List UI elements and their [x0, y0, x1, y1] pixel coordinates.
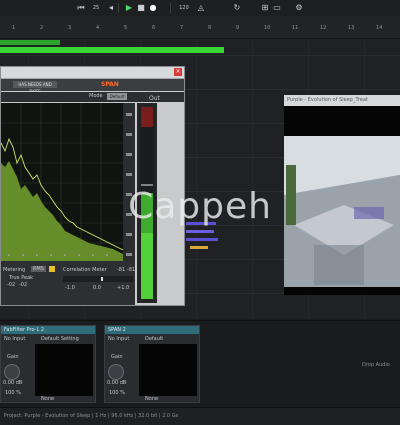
correlation-indicator [101, 277, 103, 281]
stop-icon[interactable]: ■ [136, 3, 146, 13]
transport-bar: ⏮ 25 ◂ ▶ ■ ● 120 ◬ ↻ ⊞ ▭ ⚙ [0, 0, 400, 17]
strip-header[interactable]: SPAN 2 [105, 326, 199, 334]
spectrum-display[interactable] [1, 103, 123, 261]
mode-dropdown[interactable]: Default [107, 93, 127, 100]
gain-knob[interactable] [4, 364, 20, 380]
record-icon[interactable]: ● [148, 3, 158, 13]
true-peak-left: -02 [7, 282, 16, 288]
plugin-slot[interactable] [139, 344, 197, 396]
ruler-mark: 11 [292, 25, 299, 31]
mixer-strip[interactable]: FabFilter Pro-L 2 No Input Default Setti… [0, 325, 96, 403]
knob-label: Gain [111, 354, 123, 360]
plugin-titlebar[interactable]: × [1, 67, 184, 79]
separator [170, 3, 171, 13]
drop-zone-label[interactable]: Drop Audio [362, 362, 390, 368]
correlation-label: Correlation Meter [63, 267, 107, 273]
video-window-title[interactable]: Purple - Evolution of Sleep_Treat [284, 95, 400, 106]
mode-label: Mode [89, 93, 103, 99]
audio-clip[interactable] [0, 40, 60, 45]
strip-header[interactable]: FabFilter Pro-L 2 [1, 326, 95, 334]
ruler-mark: 13 [348, 25, 355, 31]
strip-value-b: 100 % [109, 390, 125, 396]
metering-dropdown[interactable]: RMS [31, 266, 46, 272]
metronome-icon[interactable]: ◬ [196, 3, 206, 13]
position-display[interactable]: 25 [88, 3, 104, 13]
span-logo: SPAN [101, 81, 119, 88]
close-icon[interactable]: × [174, 68, 182, 76]
mixer-strip[interactable]: SPAN 2 No Input Default Gain 0.00 dB 100… [104, 325, 200, 403]
db-scale-ticks [126, 113, 132, 256]
strip-mode[interactable]: None [41, 396, 54, 402]
grid-icon[interactable]: ⊞ [260, 3, 270, 13]
span-bottom-panel: Metering RMS True Peak -02 -02 Correlati… [1, 261, 135, 305]
strip-input[interactable]: No Input [108, 336, 129, 342]
window-icon[interactable]: ▭ [272, 3, 282, 13]
ruler-mark: 7 [180, 25, 184, 31]
grid-line [252, 39, 253, 319]
strip-routing[interactable]: Default Setting [41, 336, 79, 342]
rewind-icon[interactable]: ◂ [106, 3, 116, 13]
ruler-mark: 9 [236, 25, 240, 31]
status-bar: Project: Purple - Evolution of Sleep | 1… [0, 407, 400, 425]
true-peak-right: -02 [19, 282, 28, 288]
correlation-scale-mid: 0.0 [93, 285, 101, 291]
knob-label: Gain [7, 354, 19, 360]
midi-clip[interactable] [186, 230, 214, 233]
play-icon[interactable]: ▶ [124, 3, 134, 13]
ruler-mark: 4 [96, 25, 100, 31]
correlation-scale-max: +1.0 [117, 285, 130, 291]
db-scale [123, 103, 135, 261]
timeline-ruler[interactable]: 1 2 3 4 5 6 7 8 9 10 11 12 13 14 [0, 16, 400, 39]
strip-value-a: 0.00 dB [107, 380, 127, 386]
previous-icon[interactable]: ⏮ [76, 3, 86, 13]
correlation-left: -81 [117, 267, 126, 273]
strip-value-b: 100 % [5, 390, 21, 396]
ruler-mark: 14 [376, 25, 383, 31]
audio-clip[interactable] [0, 47, 224, 53]
midi-clip[interactable] [190, 246, 208, 249]
plugin-slot[interactable] [35, 344, 93, 396]
preset-selector[interactable]: HAS NEEDS AND DOTS [13, 81, 57, 94]
correlation-scale-min: -1.0 [65, 285, 75, 291]
metering-label: Metering [3, 267, 26, 273]
status-text: Project: Purple - Evolution of Sleep | 1… [4, 413, 179, 419]
true-peak-label: True Peak [9, 275, 34, 281]
ruler-mark: 3 [68, 25, 72, 31]
gain-knob[interactable] [108, 364, 124, 380]
ruler-mark: 2 [40, 25, 44, 31]
grid-line [196, 39, 197, 319]
metering-toggle[interactable] [49, 266, 55, 272]
strip-routing[interactable]: Default [145, 336, 163, 342]
watermark: Cappeh [128, 186, 272, 227]
loop-icon[interactable]: ↻ [232, 3, 242, 13]
ruler-mark: 12 [320, 25, 327, 31]
strip-mode[interactable]: None [145, 396, 158, 402]
track-divider [0, 55, 400, 56]
correlation-meter [63, 276, 133, 282]
midi-clip[interactable] [186, 238, 218, 241]
settings-icon[interactable]: ⚙ [294, 3, 304, 13]
spectrum-graph [1, 103, 123, 261]
correlation-right: -81 [127, 267, 136, 273]
ruler-mark: 6 [152, 25, 156, 31]
ruler-mark: 10 [264, 25, 271, 31]
out-label: Out [149, 95, 160, 102]
strip-input[interactable]: No Input [4, 336, 25, 342]
strip-value-a: 0.00 dB [3, 380, 23, 386]
separator [118, 3, 119, 13]
tempo-display[interactable]: 120 [176, 3, 192, 13]
ruler-mark: 5 [124, 25, 128, 31]
ruler-mark: 1 [12, 25, 16, 31]
ruler-mark: 8 [208, 25, 212, 31]
